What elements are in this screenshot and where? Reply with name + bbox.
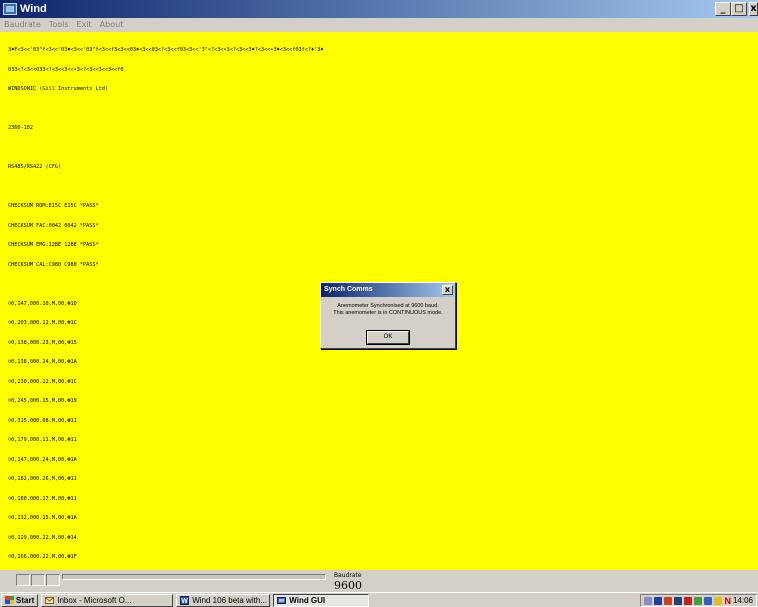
app-icon <box>3 3 17 15</box>
dialog-message-line: This anemometer is in CONTINUOUS mode. <box>333 310 443 316</box>
terminal-line: CHECKSUM EMG:12BE 12BE *PASS* <box>8 242 99 248</box>
taskbar-item-label: Wind GUI <box>289 595 326 605</box>
terminal-line: ☺0,132,000.15,M,00,☻1A <box>8 515 77 521</box>
synch-comms-dialog: Synch Comms x Anemometer Synchronised at… <box>320 282 456 349</box>
window-controls: _ □ x <box>715 2 758 16</box>
dialog-message-line: Anemometer Synchronised at 9600 baud. <box>337 303 439 309</box>
terminal-line: ☺0,245,000.15,M,00,☻19 <box>8 398 77 404</box>
terminal-line: WINDSONIC (Gill Instruments Ltd) <box>8 86 108 92</box>
menu-bar: Baudrate Tools Exit About <box>0 18 758 32</box>
menu-exit[interactable]: Exit <box>77 18 92 32</box>
security-icon[interactable] <box>654 596 663 605</box>
terminal-line: ☺0,180,000.17,M,00,☻11 <box>8 495 77 502</box>
terminal-line: 2360-102 <box>8 125 33 131</box>
antivirus-icon[interactable] <box>664 596 673 605</box>
terminal-line: CHECKSUM ROM:E15C E15C *PASS* <box>8 203 99 209</box>
taskbar-item-wind-106[interactable]: W Wind 106 beta with... <box>176 593 271 607</box>
terminal-line: 033<?<3<<033<?<3<<3<<•3<?<3<<3<<3<<f0 <box>8 66 124 73</box>
dialog-titlebar[interactable]: Synch Comms x <box>321 283 455 297</box>
ok-button[interactable]: OK <box>366 330 410 345</box>
terminal-line: ☺0,179,000.11,M,00,☻11 <box>8 437 77 443</box>
menu-baudrate[interactable]: Baudrate <box>4 18 41 32</box>
close-button[interactable]: x <box>749 2 758 16</box>
update-icon[interactable] <box>714 596 723 605</box>
word-icon: W <box>180 595 190 605</box>
status-progress-bar <box>62 574 326 580</box>
windows-logo-icon <box>5 596 14 604</box>
terminal-line: ☺0,230,000.12,M,00,☻1C <box>8 378 77 385</box>
sync-icon[interactable] <box>694 596 703 605</box>
menu-tools[interactable]: Tools <box>49 18 69 32</box>
dialog-close-button[interactable]: x <box>442 285 453 295</box>
window-title: Wind <box>20 3 47 15</box>
clock[interactable]: 14:06 <box>733 596 753 605</box>
minimize-button[interactable]: _ <box>715 2 731 16</box>
terminal-line: RS485/RS422 (CFG) <box>8 164 62 170</box>
alert-icon[interactable] <box>684 596 693 605</box>
system-tray: N 14:06 <box>640 594 757 607</box>
terminal-line: ☺0,182,000.26,M,00,☻11 <box>8 476 77 482</box>
taskbar: Start Inbox - Microsoft O... W Wind 106 … <box>0 592 758 607</box>
app-icon <box>277 596 287 604</box>
terminal-line: ☺0,166,000.22,M,00,☻1F <box>8 554 77 560</box>
taskbar-item-label: Inbox - Microsoft O... <box>57 595 132 605</box>
window-titlebar[interactable]: Wind _ □ x <box>0 0 758 18</box>
status-indicator <box>16 574 30 586</box>
status-indicators <box>16 574 61 586</box>
status-panel: Baudrate 9600 <box>0 570 758 592</box>
network-icon[interactable] <box>644 596 653 605</box>
terminal-line: CHECKSUM CAL:C980 C980 *PASS* <box>8 261 99 268</box>
baudrate-value: 9600 <box>334 579 362 592</box>
dialog-title: Synch Comms <box>324 286 373 293</box>
outlook-icon <box>45 596 55 604</box>
taskbar-item-inbox[interactable]: Inbox - Microsoft O... <box>41 593 174 607</box>
status-indicator <box>31 574 45 586</box>
maximize-button[interactable]: □ <box>731 2 747 16</box>
terminal-line: CHECKSUM FAC:0042 0042 *PASS* <box>8 222 99 229</box>
taskbar-item-wind-gui[interactable]: Wind GUI <box>273 593 370 607</box>
display-icon[interactable] <box>674 596 683 605</box>
baudrate-label: Baudrate <box>334 572 362 579</box>
volume-icon[interactable] <box>704 596 713 605</box>
terminal-line: 3♦F<3<<'03"f<3<<'03♦<3<<'03"f<3<<f3<3<<0… <box>8 47 324 53</box>
menu-about[interactable]: About <box>100 18 124 32</box>
terminal-line: ☺0,138,000.24,M,00,☻1A <box>8 359 77 365</box>
status-indicator <box>46 574 60 586</box>
terminal-line: ☺0,147,000.24,M,00,☻1A <box>8 456 77 463</box>
n-icon[interactable]: N <box>724 596 731 606</box>
dialog-message: Anemometer Synchronised at 9600 baud. Th… <box>321 297 455 317</box>
start-label: Start <box>16 595 35 605</box>
start-button[interactable]: Start <box>1 593 39 607</box>
terminal-line: ☺0,129,000.22,M,00,☻14 <box>8 534 77 541</box>
terminal-line: ☺0,315,000.08,M,00,☻11 <box>8 417 77 424</box>
svg-text:W: W <box>181 598 188 605</box>
taskbar-item-label: Wind 106 beta with... <box>192 595 267 605</box>
